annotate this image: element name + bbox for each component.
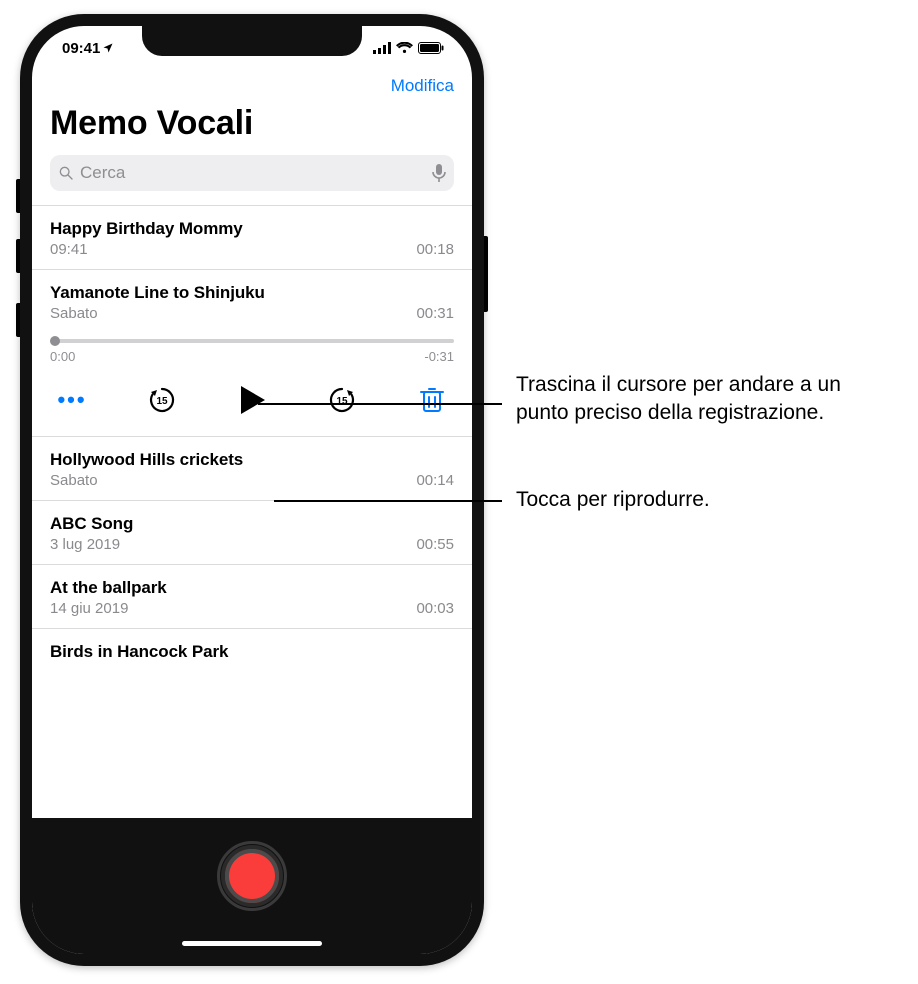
scrub-track: [50, 339, 454, 343]
callout-scrub: Trascina il cursore per andare a un punt…: [516, 371, 896, 428]
callout-line: [258, 403, 502, 405]
battery-icon: [418, 42, 444, 54]
wifi-icon: [396, 42, 413, 54]
page-title: Memo Vocali: [50, 104, 454, 143]
search-icon: [58, 165, 74, 181]
list-item[interactable]: Birds in Hancock Park: [32, 629, 472, 666]
record-tray: [32, 818, 472, 954]
memo-subtitle: 3 lug 2019: [50, 536, 120, 553]
memo-title: Happy Birthday Mommy: [50, 219, 454, 239]
memo-title: Birds in Hancock Park: [50, 642, 454, 662]
trash-icon: [420, 386, 444, 414]
notch: [142, 26, 362, 56]
memo-duration: 00:03: [416, 600, 454, 617]
edit-button[interactable]: Modifica: [391, 76, 454, 96]
cellular-icon: [373, 42, 391, 54]
memo-subtitle: 14 giu 2019: [50, 600, 128, 617]
list-item[interactable]: At the ballpark 14 giu 2019 00:03: [32, 565, 472, 629]
memo-title: At the ballpark: [50, 578, 454, 598]
list-item[interactable]: Yamanote Line to Shinjuku Sabato 00:31: [32, 270, 472, 322]
location-icon: [102, 42, 114, 54]
skip-forward-button[interactable]: 15: [320, 384, 364, 416]
more-button[interactable]: •••: [50, 387, 94, 413]
phone-frame: 09:41 Modifica Memo Vocali: [20, 14, 484, 966]
delete-button[interactable]: [410, 386, 454, 414]
memo-list: Happy Birthday Mommy 09:41 00:18 Yamanot…: [32, 205, 472, 666]
memo-duration: 00:14: [416, 472, 454, 489]
skip-back-15-icon: 15: [146, 384, 178, 416]
scrub-knob[interactable]: [50, 336, 60, 346]
memo-title: Hollywood Hills crickets: [50, 450, 454, 470]
home-indicator[interactable]: [182, 941, 322, 946]
play-icon: [237, 384, 267, 416]
list-item[interactable]: Happy Birthday Mommy 09:41 00:18: [32, 205, 472, 270]
memo-duration: 00:18: [416, 241, 454, 258]
svg-text:15: 15: [336, 396, 348, 407]
scrubber[interactable]: 0:00 -0:31: [32, 332, 472, 366]
memo-subtitle: 09:41: [50, 241, 88, 258]
list-item[interactable]: ABC Song 3 lug 2019 00:55: [32, 501, 472, 565]
play-button[interactable]: [230, 384, 274, 416]
screen: 09:41 Modifica Memo Vocali: [32, 26, 472, 954]
status-time: 09:41: [62, 40, 100, 57]
memo-duration: 00:31: [416, 305, 454, 322]
callout-play: Tocca per riprodurre.: [516, 486, 710, 514]
memo-title: Yamanote Line to Shinjuku: [50, 283, 454, 303]
memo-subtitle: Sabato: [50, 472, 98, 489]
skip-back-button[interactable]: 15: [140, 384, 184, 416]
search-bar[interactable]: [50, 155, 454, 191]
player-controls: ••• 15 15: [32, 366, 472, 437]
callout-line: [274, 500, 502, 502]
skip-forward-15-icon: 15: [326, 384, 358, 416]
list-item[interactable]: Hollywood Hills crickets Sabato 00:14: [32, 437, 472, 501]
memo-subtitle: Sabato: [50, 305, 98, 322]
memo-duration: 00:55: [416, 536, 454, 553]
elapsed-label: 0:00: [50, 349, 75, 364]
memo-title: ABC Song: [50, 514, 454, 534]
search-input[interactable]: [80, 163, 426, 183]
svg-text:15: 15: [156, 396, 168, 407]
ellipsis-icon: •••: [57, 387, 86, 413]
remaining-label: -0:31: [424, 349, 454, 364]
nav-bar: Modifica: [32, 70, 472, 104]
mic-icon[interactable]: [432, 164, 446, 182]
record-button[interactable]: [221, 845, 283, 907]
